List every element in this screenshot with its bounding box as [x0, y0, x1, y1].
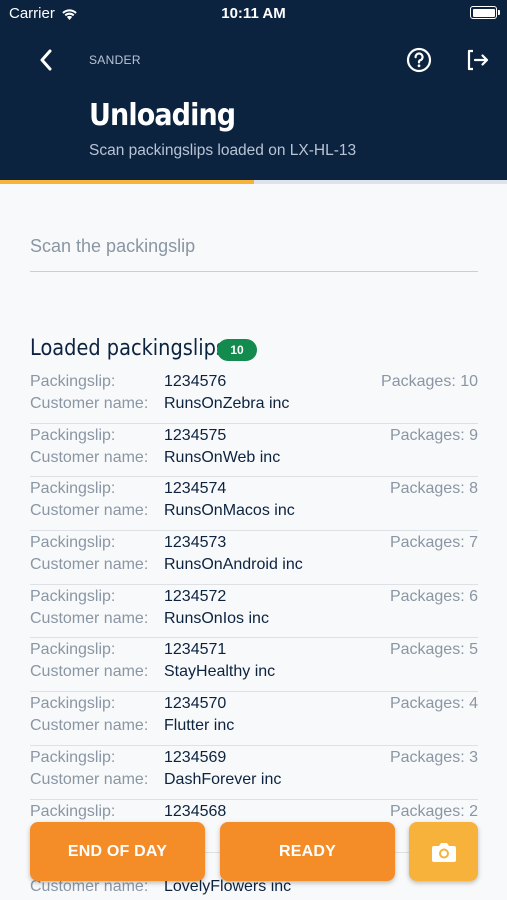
customer-name: Flutter inc	[164, 717, 235, 735]
packingslip-label: Packingslip:	[30, 695, 116, 713]
page-subtitle: Scan packingslips loaded on LX-HL-13	[89, 142, 357, 159]
customer-label: Customer name:	[30, 770, 149, 788]
progress-fill	[0, 180, 254, 184]
packages-count: Packages: 9	[389, 426, 478, 444]
customer-label: Customer name:	[30, 717, 149, 735]
packingslip-number: 1234570	[164, 695, 227, 713]
packingslip-label: Packingslip:	[30, 534, 116, 552]
list-item[interactable]: Packingslip: 1234572 Packages: 6 Customer n…	[30, 585, 478, 639]
packingslip-number: 1234568	[164, 802, 227, 820]
packages-count: Packages: 4	[389, 695, 478, 713]
packages-count: Packages: 6	[389, 587, 478, 605]
packages-count: Packages: 3	[389, 748, 478, 766]
packingslip-label: Packingslip:	[30, 802, 116, 820]
packingslip-label: Packingslip:	[30, 748, 116, 766]
user-name: SANDER	[89, 53, 141, 67]
packingslip-label: Packingslip:	[30, 480, 116, 498]
scan-input[interactable]	[30, 226, 478, 272]
chevron-left-icon	[40, 49, 52, 71]
logout-button[interactable]	[464, 46, 492, 74]
list-item[interactable]: Packingslip: 1234570 Packages: 4 Customer n…	[30, 692, 478, 746]
customer-name: RunsOnWeb inc	[164, 448, 281, 466]
packingslip-number: 1234572	[164, 587, 227, 605]
packingslip-number: 1234569	[164, 748, 227, 766]
packingslip-number: 1234575	[164, 426, 227, 444]
customer-label: Customer name:	[30, 556, 149, 574]
packingslip-label: Packingslip:	[30, 587, 116, 605]
packingslip-number: 1234571	[164, 641, 227, 659]
list-item[interactable]: Packingslip: 1234569 Packages: 3 Customer n…	[30, 746, 478, 800]
packages-count: Packages: 8	[389, 480, 478, 498]
action-bar: END OF DAY READY	[0, 822, 507, 882]
packingslip-number: 1234573	[164, 534, 227, 552]
status-bar: Carrier 10:11 AM	[0, 0, 507, 28]
status-time: 10:11 AM	[221, 5, 286, 22]
customer-name: RunsOnMacos inc	[164, 502, 295, 520]
packingslip-number: 1234576	[164, 373, 227, 390]
customer-label: Customer name:	[30, 448, 149, 466]
customer-name: DashForever inc	[164, 770, 282, 788]
list-item[interactable]: Packingslip: 1234571 Packages: 5 Customer n…	[30, 638, 478, 693]
battery-icon	[470, 6, 500, 19]
section-title: Loaded packingslips	[30, 336, 226, 361]
packingslip-label: Packingslip:	[30, 641, 116, 659]
logout-icon	[467, 49, 489, 71]
ready-button[interactable]: READY	[220, 822, 395, 881]
packingslip-list[interactable]: Packingslip: 1234576 Packages: 10 Customer …	[30, 370, 478, 900]
app-header: Carrier 10:11 AM SANDER Unloading Scan p…	[0, 0, 507, 180]
packages-count: Packages: 2	[389, 802, 478, 820]
customer-label: Customer name:	[30, 609, 149, 627]
list-item[interactable]: Packingslip: 1234574 Packages: 8 Customer n…	[30, 477, 478, 532]
page-title: Unloading	[89, 98, 236, 133]
packages-count: Packages: 7	[389, 534, 478, 552]
packingslip-label: Packingslip:	[30, 373, 116, 390]
customer-name: RunsOnZebra inc	[164, 395, 290, 412]
list-item[interactable]: Packingslip: 1234573 Packages: 7 Customer n…	[30, 531, 478, 585]
customer-name: StayHealthy inc	[164, 663, 276, 681]
packages-count: Packages: 10	[381, 373, 478, 390]
customer-label: Customer name:	[30, 395, 149, 412]
packages-count: Packages: 5	[389, 641, 478, 659]
list-item[interactable]: Packingslip: 1234576 Packages: 10 Customer …	[30, 370, 478, 424]
customer-label: Customer name:	[30, 502, 149, 520]
camera-icon	[431, 842, 456, 862]
help-button[interactable]	[405, 46, 433, 74]
customer-label: Customer name:	[30, 663, 149, 681]
customer-name: RunsOnAndroid inc	[164, 556, 303, 574]
packingslip-number: 1234574	[164, 480, 227, 498]
list-item[interactable]: Packingslip: 1234575 Packages: 9 Customer n…	[30, 424, 478, 478]
progress-bar	[0, 180, 507, 184]
question-circle-icon	[406, 47, 432, 73]
packingslip-label: Packingslip:	[30, 426, 116, 444]
end-of-day-button[interactable]: END OF DAY	[30, 822, 205, 881]
back-button[interactable]	[34, 46, 58, 74]
customer-name: RunsOnIos inc	[164, 609, 269, 627]
count-badge: 10	[217, 339, 257, 361]
camera-button[interactable]	[409, 822, 478, 881]
